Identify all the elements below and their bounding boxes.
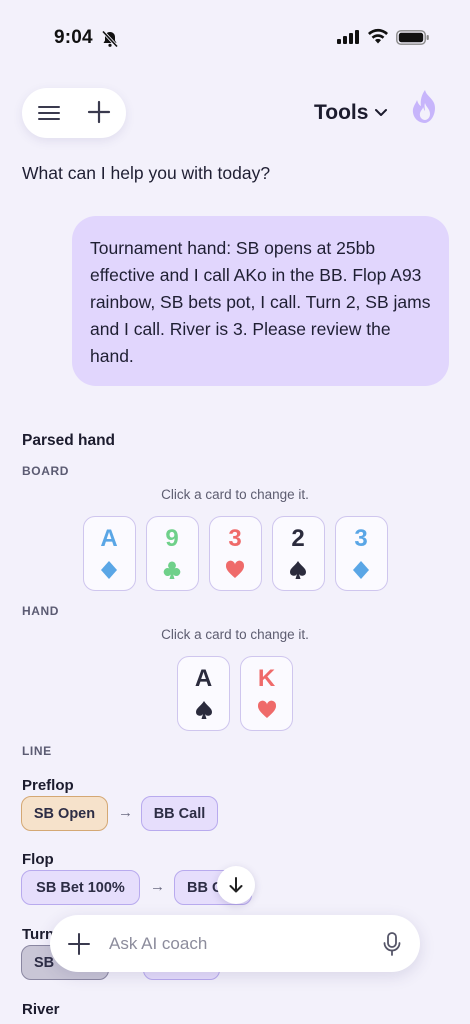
street-river-label: River [22, 1001, 60, 1018]
greeting-text: What can I help you with today? [22, 163, 271, 183]
heart-suit-icon [225, 560, 245, 578]
bell-muted-icon [101, 30, 119, 48]
cellular-signal-icon [337, 30, 359, 44]
street-flop-label: Flop [22, 851, 54, 868]
add-attachment-icon[interactable] [66, 931, 92, 957]
board-hint: Click a card to change it. [161, 487, 309, 502]
card-rank: 2 [291, 525, 305, 552]
board-card[interactable]: 2 [271, 516, 325, 591]
tools-dropdown[interactable]: Tools [314, 101, 388, 125]
hand-label: HAND [22, 604, 60, 618]
battery-icon [396, 30, 429, 45]
card-rank: 9 [165, 525, 179, 552]
street-preflop-label: Preflop [22, 777, 74, 794]
spade-suit-icon [195, 701, 212, 719]
scroll-down-button[interactable] [217, 866, 255, 904]
user-message-bubble: Tournament hand: SB opens at 25bb effect… [72, 216, 449, 386]
parsed-hand-title: Parsed hand [22, 432, 116, 449]
board-label: BOARD [22, 464, 69, 478]
board-card[interactable]: 3 [334, 516, 388, 591]
hand-hint: Click a card to change it. [161, 627, 309, 642]
hand-cards: AK [0, 656, 470, 731]
card-rank: 3 [228, 525, 242, 552]
club-suit-icon [163, 561, 181, 579]
diamond-suit-icon [353, 561, 369, 579]
action-chip-sb-open[interactable]: SB Open [21, 796, 108, 831]
wifi-icon [368, 28, 388, 44]
action-chip-sb-bet[interactable]: SB Bet 100% [21, 870, 140, 905]
board-card[interactable]: 3 [208, 516, 262, 591]
card-rank: A [194, 665, 213, 692]
card-rank: A [100, 525, 118, 552]
composer: Ask AI coach [50, 915, 420, 972]
board-card[interactable]: 9 [145, 516, 199, 591]
arrow-right-icon: → [150, 878, 165, 895]
spade-suit-icon [290, 561, 306, 579]
card-rank: K [257, 665, 276, 692]
status-time: 9:04 [54, 27, 93, 48]
hand-card[interactable]: K [240, 656, 293, 731]
status-bar: 9:04 [0, 0, 470, 70]
nav-pill [22, 88, 126, 138]
line-label: LINE [22, 744, 52, 758]
heart-suit-icon [257, 700, 276, 718]
diamond-suit-icon [101, 561, 117, 579]
chevron-down-icon [375, 109, 388, 116]
microphone-icon[interactable] [380, 931, 404, 957]
board-card[interactable]: A [82, 516, 136, 591]
arrow-down-icon [229, 877, 243, 893]
arrow-right-icon: → [118, 804, 133, 821]
card-rank: 3 [354, 525, 368, 552]
board-cards: A 9 3 2 3 [0, 516, 470, 591]
new-chat-plus-icon[interactable] [86, 99, 112, 125]
tools-label: Tools [314, 101, 369, 124]
action-chip-bb-call[interactable]: BB Call [141, 796, 218, 831]
ask-input[interactable]: Ask AI coach [109, 934, 207, 954]
menu-icon[interactable] [36, 100, 62, 126]
flame-icon[interactable] [408, 88, 442, 126]
hand-card[interactable]: A [177, 656, 230, 731]
